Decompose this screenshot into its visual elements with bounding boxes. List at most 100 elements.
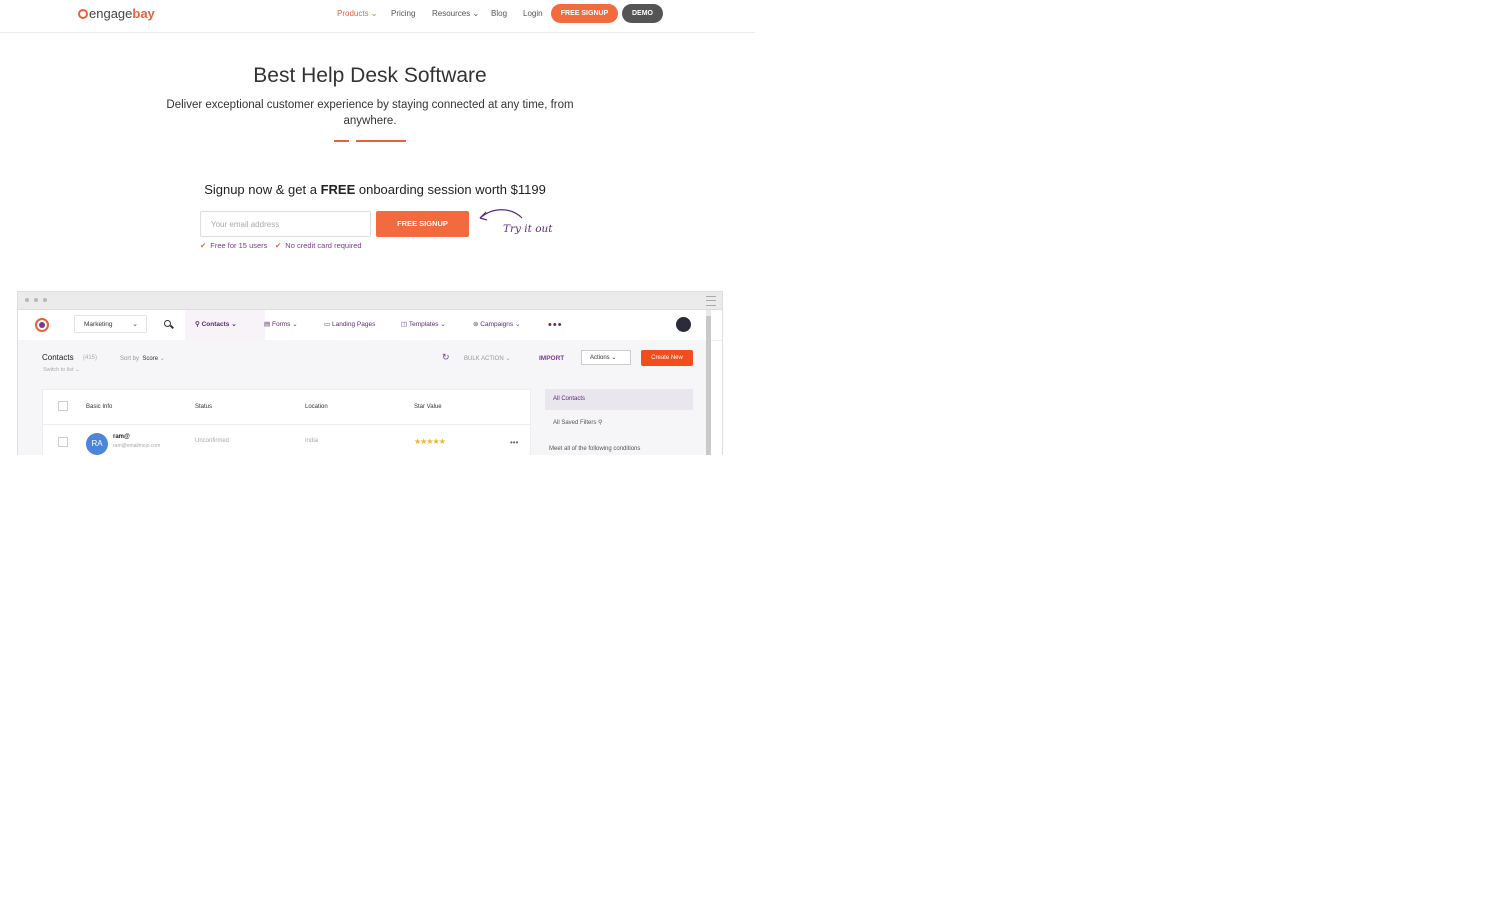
check-icon: ✔ [200,241,207,250]
more-tabs-button[interactable]: ••• [548,310,563,340]
nav-products[interactable]: Products ⌄ [337,9,378,18]
scrollbar[interactable] [706,310,711,455]
module-select-value: Marketing [84,321,113,328]
hero-title: Best Help Desk Software [253,64,487,87]
sort-by-value: Score [142,356,159,362]
monitor-icon: ▭ [324,321,331,328]
sort-by-label: Sort by [120,356,140,362]
engagebay-logo[interactable]: engage bay [78,6,155,21]
chevron-down-icon: ⌄ [231,321,237,328]
signup-offer-pre: Signup now & get a [204,182,317,197]
logo-text-accent: bay [132,6,155,21]
contacts-panel: Contacts (415) Sort by Score ⌄ Switch to… [18,340,708,455]
actions-label: Actions [590,355,610,361]
tab-contacts-label: Contacts [201,321,230,328]
contacts-title: Contacts [42,353,74,362]
switch-to-list-label: Switch to list [43,367,74,373]
row-divider [43,424,530,425]
column-header-status[interactable]: Status [195,404,212,410]
tab-forms[interactable]: ▤ Forms ⌄ [264,310,298,340]
template-icon: ◫ [401,321,408,328]
signup-offer-text: Signup now & get a FREE onboarding sessi… [0,182,750,197]
header-demo-button[interactable]: DEMO [622,4,663,23]
contact-location: India [305,438,319,444]
nav-pricing[interactable]: Pricing [391,9,415,18]
tab-landing-pages[interactable]: ▭ Landing Pages [324,310,375,340]
sort-by-control[interactable]: Sort by Score ⌄ [120,355,165,362]
logo-mark-icon [78,8,88,19]
form-icon: ▤ [264,321,271,328]
import-button[interactable]: IMPORT [539,355,564,362]
avatar: RA [86,433,108,455]
app-preview-frame: Marketing ⌄ ⚲ Contacts ⌄ ▤ Forms ⌄ ▭ Lan… [17,291,723,455]
user-icon: ⚲ [195,321,200,328]
window-dot-icon [34,298,38,302]
decorative-underline-short [334,140,349,142]
nav-resources[interactable]: Resources ⌄ [432,9,479,18]
tab-forms-label: Forms [271,321,291,328]
campaign-icon: ⊚ [473,321,479,328]
contact-email: ram@emailmojo.com [113,443,161,449]
window-dot-icon [25,298,29,302]
column-header-star-value[interactable]: Star Value [414,404,442,410]
all-contacts-filter[interactable]: All Contacts [545,389,693,410]
all-saved-filters-label: All Saved Filters [553,420,597,426]
chevron-down-icon: ⌄ [514,321,521,328]
try-it-out-label: Try it out [503,223,553,235]
check-no-credit-card: ✔ No credit card required [275,241,362,250]
window-dot-icon [43,298,47,302]
tab-templates[interactable]: ◫ Templates ⌄ [401,310,446,340]
column-header-location[interactable]: Location [305,404,328,410]
tab-templates-label: Templates [408,321,439,328]
nav-blog[interactable]: Blog [491,9,507,18]
row-checkbox[interactable] [58,437,68,447]
select-all-checkbox[interactable] [58,401,68,411]
chevron-down-icon: ⌄ [440,321,446,328]
tab-campaigns-label: Campaigns [480,321,514,328]
chevron-down-icon: ⌄ [132,321,138,328]
signup-offer-post: onboarding session worth $1199 [358,182,546,197]
hero-subtitle: Deliver exceptional customer experience … [166,99,574,127]
nav-login[interactable]: Login [523,9,543,18]
top-nav-bar: engage bay Products ⌄ Pricing Resources ⌄… [0,0,755,33]
bulk-action-button[interactable]: BULK ACTION ⌄ [464,355,510,362]
filter-condition-text: Meet all of the following conditions [549,446,641,452]
contacts-count: (415) [83,355,98,361]
user-avatar[interactable] [676,317,691,332]
switch-to-list-link[interactable]: Switch to list ⌄ [43,367,80,373]
browser-title-bar [18,292,722,310]
tab-contacts[interactable]: ⚲ Contacts ⌄ [185,310,265,340]
app-logo-icon [35,318,49,332]
all-saved-filters-dropdown[interactable]: All Saved Filters ⚲ [553,419,602,426]
menu-icon [706,296,716,306]
scrollbar-thumb[interactable] [706,316,711,455]
refresh-icon[interactable]: ↻ [442,352,450,363]
bulk-action-label: BULK ACTION [464,356,504,362]
check-free-users-label: Free for 15 users [210,241,268,250]
page: engage bay Products ⌄ Pricing Resources ⌄… [0,0,755,455]
star-rating: ★★★★★ [414,437,446,446]
search-icon[interactable] [164,320,171,327]
email-input[interactable] [200,211,371,237]
actions-dropdown[interactable]: Actions ⌄ [581,350,631,365]
check-no-credit-card-label: No credit card required [285,241,362,250]
decorative-underline-long [356,140,406,142]
logo-text: engage [89,6,133,21]
contact-name[interactable]: ram@ [113,434,130,440]
contact-status: Unconfirmed [195,438,230,444]
row-more-button[interactable]: ••• [510,438,518,447]
tab-campaigns[interactable]: ⊚ Campaigns ⌄ [473,310,520,340]
signup-offer-free: FREE [320,182,356,197]
chevron-down-icon: ⌄ [292,321,298,328]
free-signup-button[interactable]: FREE SIGNUP [376,211,469,237]
column-header-basic-info[interactable]: Basic Info [86,404,112,410]
contacts-table: Basic Info Status Location Star Value RA… [42,389,531,455]
filter-icon: ⚲ [598,420,603,426]
app-nav-bar: Marketing ⌄ ⚲ Contacts ⌄ ▤ Forms ⌄ ▭ Lan… [18,310,722,341]
check-free-users: ✔ Free for 15 users [200,241,267,250]
check-icon: ✔ [275,241,282,250]
module-select[interactable]: Marketing ⌄ [74,315,147,333]
header-free-signup-button[interactable]: FREE SIGNUP [551,4,618,23]
tab-landing-pages-label: Landing Pages [331,321,376,328]
create-new-button[interactable]: Create New [641,350,693,366]
